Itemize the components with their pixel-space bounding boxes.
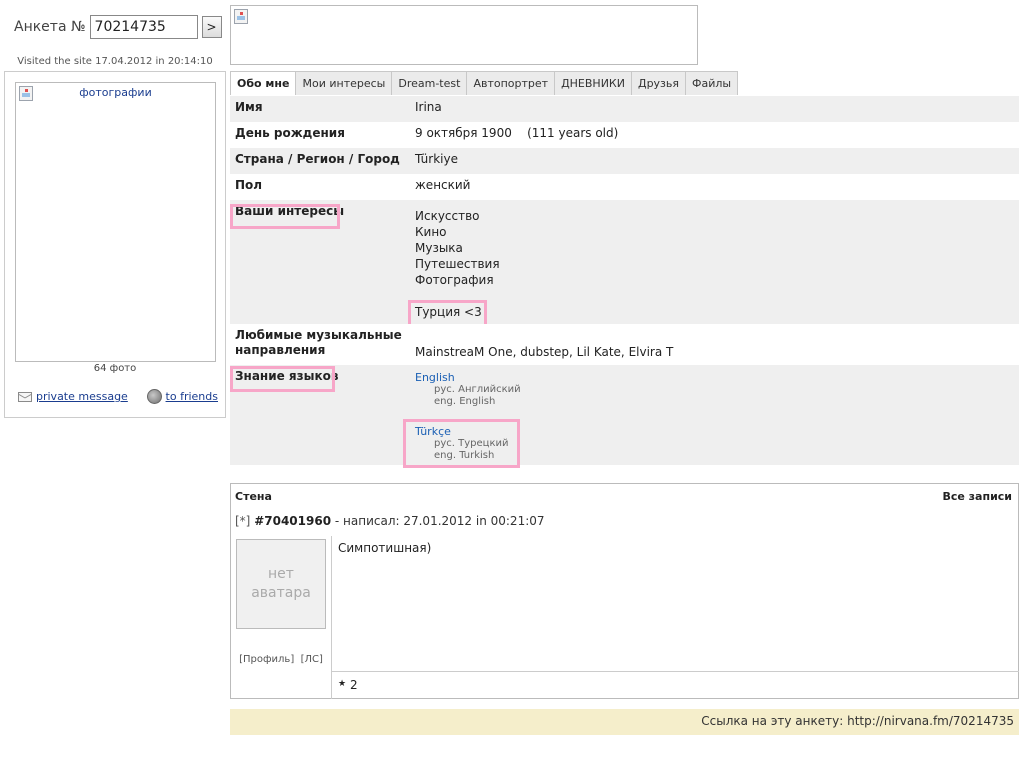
highlight-box (403, 419, 520, 468)
wall-title: Стена (235, 490, 272, 503)
private-message-action: private message (18, 389, 128, 404)
field-value: женский (415, 178, 471, 192)
star-count: 2 (350, 678, 358, 692)
friends-icon (146, 389, 162, 404)
language-name[interactable]: English (415, 371, 1014, 384)
search-label: Анкета № (14, 19, 86, 35)
wall: Стена Все записи [*] #70401960 - написал… (230, 483, 1019, 699)
field-value: Irina (415, 100, 442, 114)
search-button[interactable]: > (201, 16, 222, 38)
field-label: Страна / Регион / Город (235, 152, 400, 166)
language-en: eng. English (434, 396, 496, 407)
author-pm-link[interactable]: [ЛС] (301, 654, 323, 665)
tab-self-portrait[interactable]: Автопортрет (467, 72, 556, 95)
star-icon[interactable]: ★ (338, 679, 346, 689)
field-label: Пол (235, 178, 263, 192)
search-input[interactable] (89, 15, 198, 39)
language-item: English рус. Английский eng. English (415, 371, 1014, 408)
profile-link-bar: Ссылка на эту анкету: http://nirvana.fm/… (230, 709, 1019, 735)
interest-item: Музыка (415, 241, 463, 255)
photo-alt-text[interactable]: фотографии (16, 83, 215, 99)
interest-item: Фотография (415, 273, 494, 287)
highlight-box (230, 204, 340, 229)
envelope-icon (18, 391, 32, 402)
post-text: Симпотишная) (338, 541, 432, 555)
field-label: Любимые музыкальные направления (235, 328, 402, 357)
banner-image (230, 5, 698, 65)
highlight-box (408, 300, 487, 327)
field-value: 9 октября 1900 (111 years old) (415, 126, 619, 140)
last-visit-text: Visited the site 17.04.2012 in 20:14:10 (17, 56, 213, 67)
interest-item: Искусство (415, 209, 480, 223)
interest-extra: Турция <3 (415, 305, 482, 319)
field-label: Имя (235, 100, 263, 114)
profile-row-music: Любимые музыкальные направления Mainstre… (230, 324, 1019, 365)
highlight-box (230, 366, 335, 392)
private-message-link[interactable]: private message (36, 390, 128, 403)
field-value: MainstreaM One, dubstep, Lil Kate, Elvir… (415, 345, 674, 359)
field-value: Türkiye (415, 152, 458, 166)
profile-row-location: Страна / Регион / Город Türkiye (230, 148, 1019, 174)
profile-photo[interactable]: фотографии (15, 82, 216, 362)
post-author-id[interactable]: #70401960 (254, 514, 331, 528)
tab-diaries[interactable]: ДНЕВНИКИ (555, 72, 632, 95)
language-ru: рус. Английский (434, 384, 521, 395)
profile-row-gender: Пол женский (230, 174, 1019, 200)
photo-count: 64 фото (93, 363, 137, 374)
field-value: Искусство Кино Музыка Путешествия Фотогр… (410, 200, 1019, 324)
avatar[interactable]: нет аватара (236, 539, 326, 629)
profile-row-birthday: День рождения 9 октября 1900 (111 years … (230, 122, 1019, 148)
tab-friends[interactable]: Друзья (631, 72, 687, 95)
profile-row-interests: Ваши интересы Искусство Кино Музыка Путе… (230, 200, 1019, 327)
author-links: [Профиль] [ЛС] (231, 654, 331, 665)
post-body: Симпотишная) (331, 536, 1019, 671)
profile-row-languages: Знание языков English рус. Английский en… (230, 365, 1019, 468)
add-friend-action: to friends (146, 389, 218, 404)
left-panel: фотографии 64 фото private message to fr… (4, 71, 226, 418)
action-links: private message to friends (18, 389, 218, 404)
add-friend-link[interactable]: to friends (166, 390, 218, 403)
profile-tabs: Обо мне Мои интересы Dream-test Автопорт… (230, 71, 739, 95)
broken-image-icon (234, 9, 248, 24)
interest-item: Путешествия (415, 257, 500, 271)
tab-files[interactable]: Файлы (686, 72, 738, 95)
post-author: нет аватара [Профиль] [ЛС] (231, 536, 331, 699)
author-profile-link[interactable]: [Профиль] (239, 654, 294, 665)
interest-item: Кино (415, 225, 447, 239)
post-meta: - написал: 27.01.2012 in 00:21:07 (331, 514, 545, 528)
post-footer: ★ 2 (331, 671, 1019, 699)
tab-interests[interactable]: Мои интересы (296, 72, 393, 95)
post-header: [*] #70401960 - написал: 27.01.2012 in 0… (235, 514, 545, 528)
tab-about[interactable]: Обо мне (231, 72, 297, 95)
broken-image-icon (19, 86, 33, 101)
all-posts-link[interactable]: Все записи (942, 490, 1012, 503)
profile-table: Имя Irina День рождения 9 октября 1900 (… (230, 96, 1019, 468)
profile-row-name: Имя Irina (230, 96, 1019, 122)
post-marker[interactable]: [*] (235, 514, 250, 528)
search-bar: Анкета № > (14, 15, 222, 39)
field-label: День рождения (235, 126, 345, 140)
tab-dream-test[interactable]: Dream-test (392, 72, 468, 95)
